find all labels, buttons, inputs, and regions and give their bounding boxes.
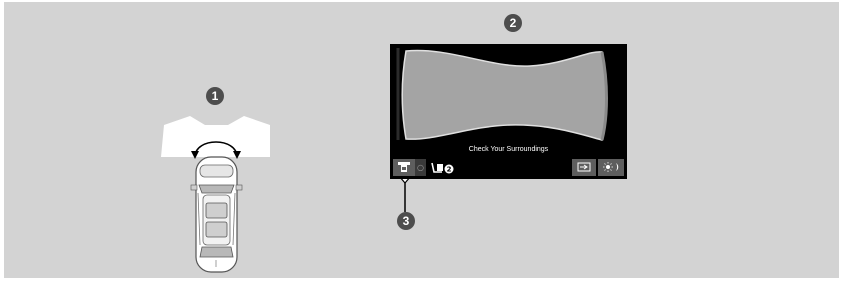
callout-3: 3: [397, 212, 415, 230]
view-toggle-button[interactable]: ○: [415, 159, 426, 176]
callout-2: 2: [504, 14, 522, 32]
rear-view-icon: 2: [431, 162, 454, 174]
top-down-view-button[interactable]: [393, 159, 415, 176]
camera-display-screen: Check Your Surroundings ○ 2: [390, 44, 627, 179]
brightness-icon: [603, 162, 619, 172]
exit-arrow-icon: [577, 162, 591, 172]
rear-view-button[interactable]: 2: [430, 159, 456, 176]
car-top-view-icon: [190, 156, 243, 273]
camera-view-image: [396, 48, 608, 141]
exit-button[interactable]: [572, 159, 596, 176]
brightness-button[interactable]: [598, 159, 624, 176]
top-down-view-icon: [398, 162, 410, 172]
vehicle-diagram: [161, 116, 270, 273]
check-surroundings-message: Check Your Surroundings: [468, 146, 549, 153]
callout-1: 1: [206, 87, 224, 105]
camera-view-area: [401, 49, 608, 141]
camera-field-of-view: [161, 116, 270, 157]
svg-text:2: 2: [447, 166, 452, 174]
